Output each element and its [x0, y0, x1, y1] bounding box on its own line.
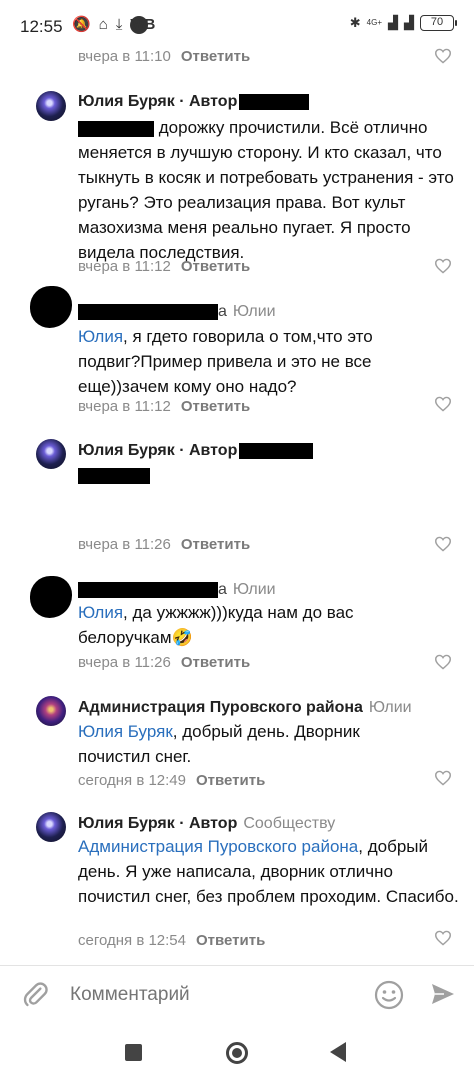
avatar[interactable] — [30, 576, 72, 618]
redacted-block — [78, 120, 154, 137]
reply-target: Юлии — [232, 581, 276, 598]
smiley-icon[interactable] — [374, 980, 404, 1010]
heart-outline-icon[interactable] — [434, 654, 452, 670]
reply-button[interactable]: Ответить — [181, 654, 250, 671]
comment-author[interactable]: Администрация Пуровского района — [78, 699, 363, 716]
heart-outline-icon[interactable] — [434, 536, 452, 552]
mention-link[interactable]: Юлия — [78, 603, 123, 622]
comment-author[interactable]: а — [218, 303, 227, 320]
reply-button[interactable]: Ответить — [196, 932, 265, 949]
comments-list: вчера в 11:10 Ответить Юлия Буряк · Автор… — [0, 0, 474, 965]
comment-time: вчера в 11:12 — [78, 258, 171, 275]
paperclip-icon[interactable] — [22, 980, 48, 1008]
redacted-block — [239, 93, 310, 110]
back-button[interactable] — [330, 1042, 346, 1062]
redacted-block — [239, 442, 314, 459]
comment-input-bar — [0, 966, 474, 1024]
mention-link[interactable]: Администрация Пуровского района — [78, 837, 358, 856]
heart-outline-icon[interactable] — [434, 48, 452, 64]
reply-target: Юлии — [368, 699, 412, 716]
reply-button[interactable]: Ответить — [181, 536, 250, 553]
redacted-block — [78, 581, 218, 598]
system-nav-bar — [0, 1024, 474, 1080]
comment-time: вчера в 11:12 — [78, 398, 171, 415]
comment-time: сегодня в 12:54 — [78, 932, 186, 949]
comment-author[interactable]: Юлия Буряк · Автор — [78, 442, 237, 459]
comment-time: вчера в 11:26 — [78, 536, 171, 553]
heart-outline-icon[interactable] — [434, 396, 452, 412]
reply-button[interactable]: Ответить — [181, 48, 250, 65]
recent-apps-button[interactable] — [125, 1044, 142, 1061]
redacted-block — [78, 303, 218, 320]
comment-time: вчера в 11:26 — [78, 654, 171, 671]
reply-button[interactable]: Ответить — [181, 258, 250, 275]
comment-time: сегодня в 12:49 — [78, 772, 186, 789]
redacted-block — [78, 467, 150, 484]
comment-author[interactable]: Юлия Буряк · Автор — [78, 93, 237, 110]
reply-target: Юлии — [232, 303, 276, 320]
reply-button[interactable]: Ответить — [196, 772, 265, 789]
comment-author[interactable]: Юлия Буряк · Автор — [78, 815, 237, 832]
comment-time: вчера в 11:10 — [78, 48, 171, 65]
comment-text: , я гдето говорила о том,что это подвиг?… — [78, 327, 373, 396]
reply-target: Сообществу — [243, 815, 336, 832]
comment-text: дорожку прочистили. Всё отлично меняется… — [78, 118, 454, 262]
send-arrow-icon[interactable] — [430, 982, 456, 1006]
avatar[interactable] — [36, 91, 66, 121]
avatar[interactable] — [36, 696, 66, 726]
home-button[interactable] — [226, 1042, 248, 1064]
heart-outline-icon[interactable] — [434, 770, 452, 786]
heart-outline-icon[interactable] — [434, 930, 452, 946]
mention-link[interactable]: Юлия Буряк — [78, 722, 173, 741]
mention-link[interactable]: Юлия — [78, 327, 123, 346]
heart-outline-icon[interactable] — [434, 258, 452, 274]
avatar[interactable] — [36, 439, 66, 469]
avatar[interactable] — [30, 286, 72, 328]
reply-button[interactable]: Ответить — [181, 398, 250, 415]
avatar[interactable] — [36, 812, 66, 842]
comment-input[interactable] — [70, 984, 350, 1006]
comment-author[interactable]: а — [218, 581, 227, 598]
